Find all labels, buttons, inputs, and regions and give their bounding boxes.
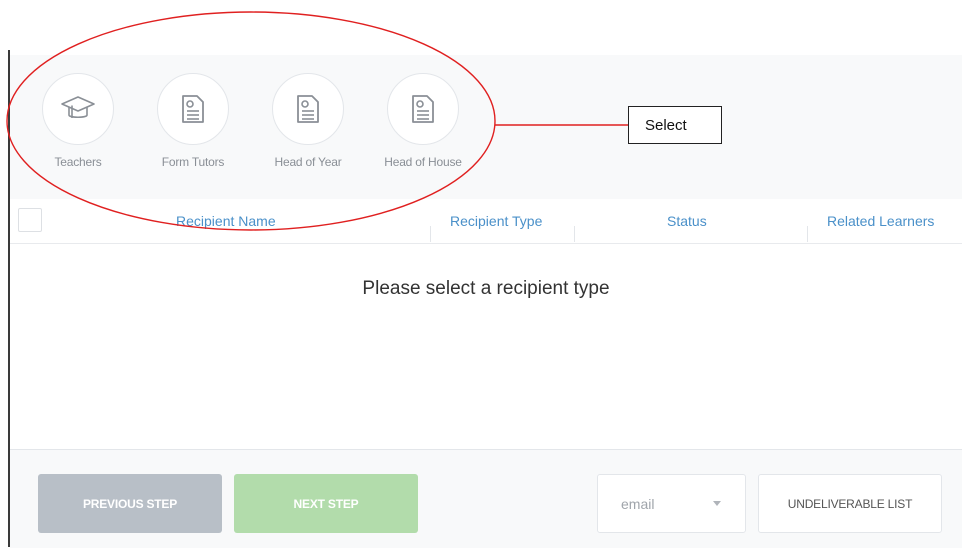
annotation-callout: Select [628,106,722,144]
annotation-callout-text: Select [645,117,687,134]
annotation-ellipse [6,11,496,231]
annotation-overlay [6,11,628,231]
